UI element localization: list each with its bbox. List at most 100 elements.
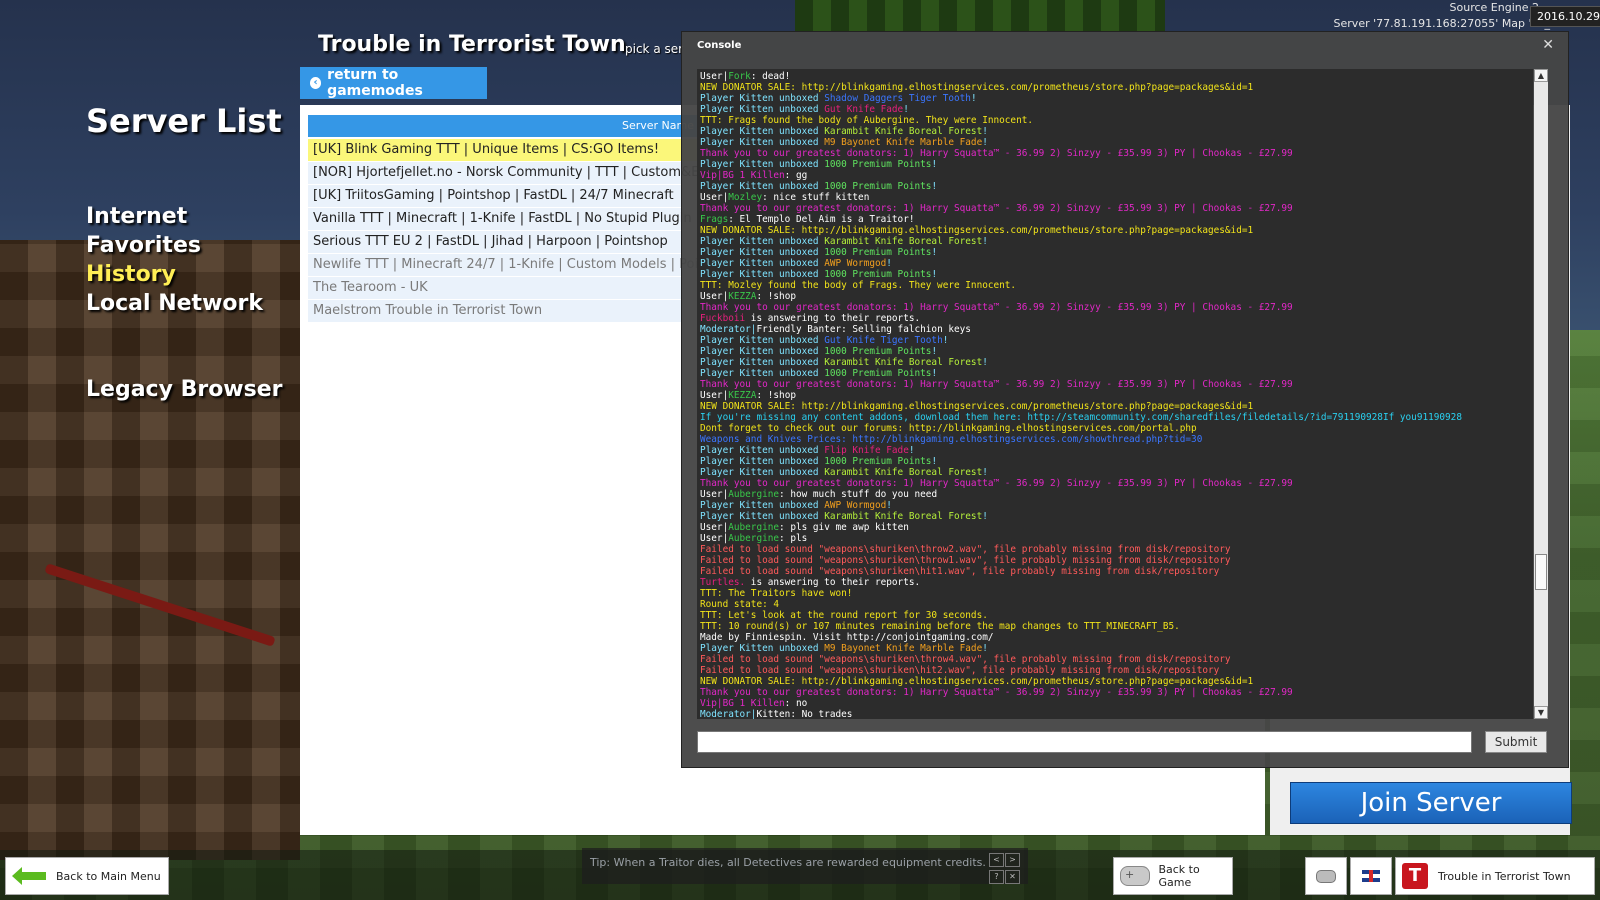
console-segment: NEW DONATOR SALE: http://blinkgaming.elh… xyxy=(700,225,1254,236)
uk-flag-icon xyxy=(1362,870,1380,882)
console-segment: Vip|BG 1 Killen xyxy=(700,170,785,181)
console-segment: AWP Wormgod xyxy=(824,258,887,269)
console-line: User|KEZZA: !shop xyxy=(700,291,1530,302)
console-segment: TTT: Mozley found the body of Frags. The… xyxy=(700,280,1017,291)
console-segment: ! xyxy=(982,126,988,137)
console-segment: M9 Bayonet Knife Marble Fade xyxy=(824,137,983,148)
console-segment: ! xyxy=(903,104,909,115)
console-scrollbar[interactable]: ▲ ▼ xyxy=(1534,69,1548,719)
console-segment: NEW DONATOR SALE: http://blinkgaming.elh… xyxy=(700,401,1254,412)
console-line: User|Fork: dead! xyxy=(700,71,1530,82)
console-line: Player Kitten unboxed Karambit Knife Bor… xyxy=(700,126,1530,137)
console-line: Made by Finniespin. Visit http://conjoin… xyxy=(700,632,1530,643)
console-segment: : pls giv me awp kitten xyxy=(779,522,909,533)
console-line: Player Kitten unboxed Flip Knife Fade! xyxy=(700,445,1530,456)
console-segment: Karambit Knife Boreal Forest xyxy=(824,357,983,368)
date-badge: 2016.10.29 xyxy=(1530,6,1600,27)
console-segment: Failed to load sound "weapons\shuriken\t… xyxy=(700,654,1231,665)
console-segment: User| xyxy=(700,192,729,203)
console-segment: Moderator| xyxy=(700,709,757,719)
console-line: Thank you to our greatest donators: 1) H… xyxy=(700,379,1530,390)
console-segment: Player Kitten unboxed xyxy=(700,335,825,346)
console-segment: Thank you to our greatest donators: 1) H… xyxy=(700,203,1293,214)
console-log[interactable]: User|Fork: dead! NEW DONATOR SALE: http:/… xyxy=(697,69,1533,719)
back-to-main-menu-button[interactable]: Back to Main Menu xyxy=(5,857,169,895)
scroll-up-icon[interactable]: ▲ xyxy=(1534,69,1548,82)
gamemode-subtitle: pick a ser xyxy=(625,42,684,56)
console-segment: Shadow Daggers Tiger Tooth xyxy=(824,93,971,104)
console-line: Weapons and Knives Prices: http://blinkg… xyxy=(700,434,1530,445)
console-segment: 1000 Premium Points xyxy=(824,247,932,258)
tip-close-icon[interactable]: ✕ xyxy=(1005,870,1020,884)
console-line: Moderator|Friendly Banter: Selling falch… xyxy=(700,324,1530,335)
console-line: Round state: 4 xyxy=(700,599,1530,610)
return-to-gamemodes-button[interactable]: ‹ return to gamemodes xyxy=(300,67,487,99)
console-segment: ! xyxy=(931,456,938,467)
console-segment: Karambit Knife Boreal Forest xyxy=(824,467,983,478)
console-line: Thank you to our greatest donators: 1) H… xyxy=(700,478,1530,489)
console-line: TTT: The Traitors have won! xyxy=(700,588,1530,599)
console-segment: Player Kitten unboxed xyxy=(700,456,825,467)
console-segment: : how much stuff do you need xyxy=(779,489,938,500)
console-line: Player Kitten unboxed Karambit Knife Bor… xyxy=(700,511,1530,522)
tip-next-icon[interactable]: > xyxy=(1005,853,1020,867)
language-button[interactable] xyxy=(1350,857,1392,895)
console-segment: : gg xyxy=(784,170,808,181)
console-segment: Karambit Knife Boreal Forest xyxy=(824,126,983,137)
console-line: If you're missing any content addons, do… xyxy=(700,412,1530,423)
scroll-down-icon[interactable]: ▼ xyxy=(1534,706,1548,719)
console-segment: ! xyxy=(982,137,988,148)
console-line: User|Aubergine: pls giv me awp kitten xyxy=(700,522,1530,533)
console-line: Player Kitten unboxed 1000 Premium Point… xyxy=(700,181,1530,192)
console-segment: Aubergine xyxy=(728,489,780,500)
console-segment: KEZZA xyxy=(728,291,757,302)
console-segment: ! xyxy=(886,258,892,269)
console-segment: User| xyxy=(700,489,729,500)
nav-internet[interactable]: Internet xyxy=(86,202,263,231)
console-segment: ! xyxy=(942,335,949,346)
nav-history[interactable]: History xyxy=(86,260,263,289)
console-segment: Thank you to our greatest donators: 1) H… xyxy=(700,302,1293,313)
close-icon[interactable]: ✕ xyxy=(1542,37,1554,53)
console-input[interactable] xyxy=(697,731,1472,753)
server-address: Server '77.81.191.168:27055' Map 'ttt_ xyxy=(1333,17,1550,30)
console-segment: Thank you to our greatest donators: 1) H… xyxy=(700,379,1293,390)
console-line: Player Kitten unboxed 1000 Premium Point… xyxy=(700,247,1530,258)
nav-favorites[interactable]: Favorites xyxy=(86,231,263,260)
console-segment: TTT: Frags found the body of Aubergine. … xyxy=(700,115,1034,126)
join-server-button[interactable]: Join Server xyxy=(1290,782,1572,824)
console-line: NEW DONATOR SALE: http://blinkgaming.elh… xyxy=(700,225,1530,236)
console-segment: Player Kitten unboxed xyxy=(700,643,825,654)
gamemode-title: Trouble in Terrorist Town xyxy=(318,32,626,57)
gamemode-button[interactable]: T Trouble in Terrorist Town xyxy=(1395,857,1595,895)
nav-legacy-browser[interactable]: Legacy Browser xyxy=(86,377,283,402)
console-segment: TTT: 10 round(s) or 107 minutes remainin… xyxy=(700,621,1180,632)
console-segment: User| xyxy=(700,533,729,544)
gamemode-button-label: Trouble in Terrorist Town xyxy=(1438,869,1571,883)
console-segment: Player Kitten unboxed xyxy=(700,511,825,522)
tip-help-icon[interactable]: ? xyxy=(989,870,1004,884)
console-line: Thank you to our greatest donators: 1) H… xyxy=(700,302,1530,313)
tip-prev-icon[interactable]: < xyxy=(989,853,1004,867)
nav-local-network[interactable]: Local Network xyxy=(86,289,263,318)
console-line: NEW DONATOR SALE: http://blinkgaming.elh… xyxy=(700,82,1530,93)
console-segment: Player Kitten unboxed xyxy=(700,445,825,456)
console-segment: 1000 Premium Points xyxy=(824,368,932,379)
console-segment: Friendly Banter: Selling falchion keys xyxy=(756,324,971,335)
console-segment: KEZZA xyxy=(728,390,757,401)
console-segment: ! xyxy=(886,500,892,511)
console-line: Failed to load sound "weapons\shuriken\h… xyxy=(700,665,1530,676)
scroll-thumb[interactable] xyxy=(1535,554,1547,590)
console-line: Player Kitten unboxed Gut Knife Tiger To… xyxy=(700,335,1530,346)
console-segment: User| xyxy=(700,522,729,533)
controller-button[interactable] xyxy=(1305,857,1347,895)
console-segment: : El Templo Del Aim is a Traitor! xyxy=(728,214,915,225)
console-submit-button[interactable]: Submit xyxy=(1485,731,1547,753)
console-line: Player Kitten unboxed Gut Knife Fade! xyxy=(700,104,1530,115)
console-segment: 1000 Premium Points xyxy=(824,269,932,280)
back-to-game-button[interactable]: Back to Game xyxy=(1113,857,1233,895)
console-segment: NEW DONATOR SALE: http://blinkgaming.elh… xyxy=(700,676,1254,687)
console-line: Player Kitten unboxed Karambit Knife Bor… xyxy=(700,236,1530,247)
console-segment: User| xyxy=(700,390,729,401)
tip-nav: < > ? ✕ xyxy=(988,852,1020,886)
